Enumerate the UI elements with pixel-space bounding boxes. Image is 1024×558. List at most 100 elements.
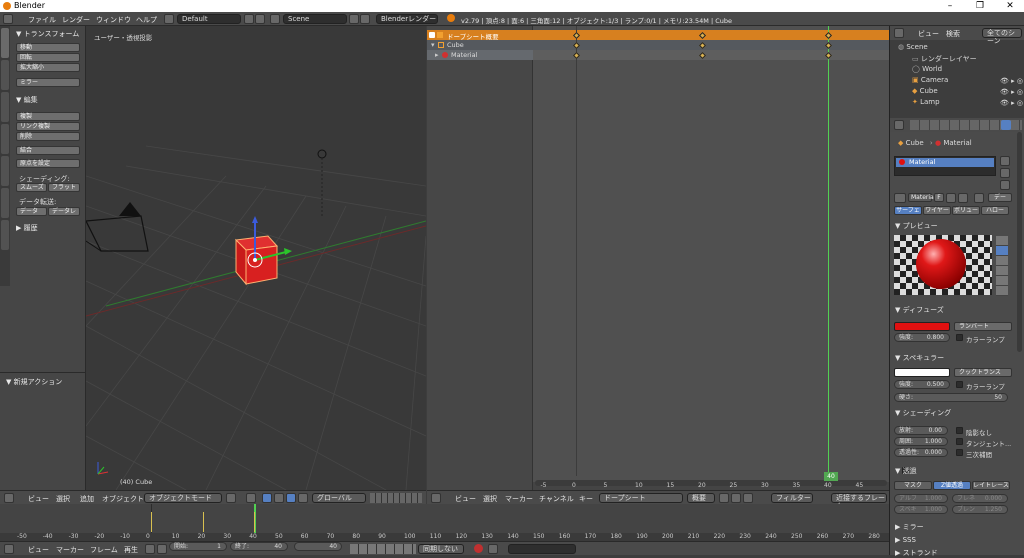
data-transfer-button[interactable]: データ (16, 207, 47, 216)
translate-manip-icon[interactable] (274, 493, 284, 503)
edit-panel-header[interactable]: ▼ 編集 (16, 95, 38, 105)
menu-render[interactable]: レンダー (62, 15, 90, 25)
chevron-right-icon[interactable]: ▸ (435, 51, 439, 59)
menu-view[interactable]: ビュー (918, 29, 939, 39)
specular-shader-select[interactable]: クックトランス (954, 368, 1012, 377)
camera-triangle[interactable] (119, 202, 141, 216)
fake-user-button[interactable]: F (934, 193, 944, 202)
visibility-icons[interactable]: 👁 ▸ ◎ (1000, 77, 1023, 85)
layout-remove-icon[interactable] (255, 14, 265, 24)
diffuse-panel-header[interactable]: ▼ ディフューズ (895, 305, 944, 315)
dopesheet-mode-select[interactable]: ドープシート (599, 493, 683, 503)
raytrace-button[interactable]: レイトレース (972, 481, 1010, 490)
timeline-editor[interactable]: -50 -40 -30 -20 -10 0 10 20 30 40 50 60 70 80 90 100 110… (0, 504, 889, 541)
display-mode-select[interactable]: 全てのシーン (982, 28, 1022, 45)
unlink-icon[interactable] (958, 193, 968, 203)
start-frame-field[interactable]: 開始: 1 (169, 542, 227, 551)
menu-file[interactable]: ファイル (28, 15, 56, 25)
preview-panel-header[interactable]: ▼ プレビュー (895, 221, 938, 231)
join-button[interactable]: 結合 (16, 146, 80, 155)
specular-transparency-field[interactable]: スペキ 1.000 (894, 505, 948, 514)
visibility-icons[interactable]: 👁 ▸ ◎ (1000, 88, 1023, 96)
tab-halo[interactable]: ハロー (981, 206, 1009, 215)
outliner-item-cube[interactable]: ◆ Cube (912, 87, 938, 95)
slot-menu-icon[interactable] (1000, 180, 1010, 190)
sync-select[interactable]: 同期しない (418, 544, 464, 554)
alpha-field[interactable]: アルフ 1.000 (894, 494, 948, 503)
translucency-field[interactable]: 透過性: 0.000 (894, 448, 948, 457)
shading-panel-header[interactable]: ▼ シェーディング (895, 408, 951, 418)
transparency-panel-header[interactable]: ▼ 透過 (895, 466, 917, 476)
playback-controls[interactable] (350, 544, 416, 554)
menu-frame[interactable]: フレーム (90, 545, 118, 555)
layout-add-icon[interactable] (244, 14, 254, 24)
scene-add-icon[interactable] (349, 14, 359, 24)
editor-type-icon[interactable] (4, 493, 14, 503)
tab-tools[interactable] (1, 28, 9, 58)
outliner-item-lamp[interactable]: ✦ Lamp (912, 98, 940, 106)
menu-select[interactable]: 選択 (56, 494, 70, 504)
menu-select[interactable]: 選択 (483, 494, 497, 504)
shadeless-checkbox[interactable] (956, 427, 963, 434)
menu-playback[interactable]: 再生 (124, 545, 138, 555)
minimize-button[interactable]: – (936, 0, 964, 12)
shade-flat-button[interactable]: フラット (48, 183, 80, 192)
specular-color-swatch[interactable] (894, 368, 950, 377)
outliner-item-world[interactable]: ◯ World (912, 65, 942, 73)
ambient-field[interactable]: 周囲: 1.000 (894, 437, 948, 446)
layout-icon[interactable] (164, 14, 174, 24)
expand-icon[interactable] (429, 32, 435, 38)
menu-key[interactable]: キー (579, 494, 593, 504)
end-frame-field[interactable]: 終了: 40 (230, 542, 288, 551)
specular-ramp-checkbox[interactable] (956, 381, 963, 388)
add-slot-icon[interactable] (1000, 156, 1010, 166)
current-frame-field[interactable]: 40 (294, 542, 342, 551)
transform-panel-header[interactable]: ▼ トランスフォーム (16, 29, 79, 39)
tangent-checkbox[interactable] (956, 438, 963, 445)
layout-field[interactable]: Default (177, 14, 241, 24)
cubic-checkbox[interactable] (956, 449, 963, 456)
diffuse-shader-select[interactable]: ランバート (954, 322, 1012, 331)
scene-remove-icon[interactable] (360, 14, 370, 24)
tab-surface[interactable]: サーフェ (894, 206, 922, 215)
summary-toggle[interactable]: 概要 (687, 493, 715, 503)
outliner-item-scene[interactable]: ◍ Scene (898, 43, 928, 51)
specular-intensity-field[interactable]: 強度: 0.500 (894, 380, 950, 389)
menu-view[interactable]: ビュー (28, 494, 49, 504)
3d-viewport[interactable]: ユーザー・透視投影 (40) Cube (86, 26, 426, 490)
selected-only-icon[interactable] (719, 493, 729, 503)
nodes-icon[interactable] (974, 193, 984, 203)
shade-smooth-button[interactable]: スムーズ (16, 183, 47, 192)
strand-panel-header[interactable]: ▶ ストランド (895, 548, 938, 558)
fresnel-field[interactable]: フレネ 0.000 (952, 494, 1008, 503)
outliner-item-renderlayer[interactable]: ▭ レンダーレイヤー (912, 54, 977, 64)
mirror-button[interactable]: ミラー (16, 78, 80, 87)
current-frame-badge[interactable]: 40 (824, 472, 838, 481)
menu-add[interactable]: 追加 (80, 494, 94, 504)
lock-icon[interactable] (157, 544, 167, 554)
visibility-icons[interactable]: 👁 ▸ ◎ (1000, 99, 1023, 107)
tab-physics[interactable] (1, 156, 9, 186)
maximize-button[interactable]: ❐ (966, 0, 994, 12)
tab-create[interactable] (1, 60, 9, 90)
menu-view[interactable]: ビュー (28, 545, 49, 555)
diffuse-color-swatch[interactable] (894, 322, 950, 331)
rotate-button[interactable]: 回転 (16, 53, 80, 62)
diffuse-intensity-field[interactable]: 強度: 0.800 (894, 333, 950, 342)
channel-summary[interactable]: ドープシート概要 (427, 30, 533, 41)
new-material-icon[interactable] (946, 193, 956, 203)
blend-field[interactable]: ブレン 1.250 (952, 505, 1008, 514)
editor-type-icon[interactable] (894, 28, 904, 38)
channel-cube[interactable]: ▾ Cube (427, 40, 533, 50)
editor-type-icon[interactable] (4, 544, 14, 554)
keying-set-field[interactable] (508, 544, 576, 554)
material-name-field[interactable]: Material (908, 193, 935, 202)
close-button[interactable]: ✕ (996, 0, 1024, 12)
camera-frustum[interactable] (86, 215, 149, 252)
record-icon[interactable] (474, 544, 483, 553)
mirror-panel-header[interactable]: ▶ ミラー (895, 522, 924, 532)
lamp-icon[interactable] (317, 149, 327, 159)
ghost-icon[interactable] (743, 493, 753, 503)
menu-marker[interactable]: マーカー (56, 545, 84, 555)
scene-icon[interactable] (270, 14, 280, 24)
